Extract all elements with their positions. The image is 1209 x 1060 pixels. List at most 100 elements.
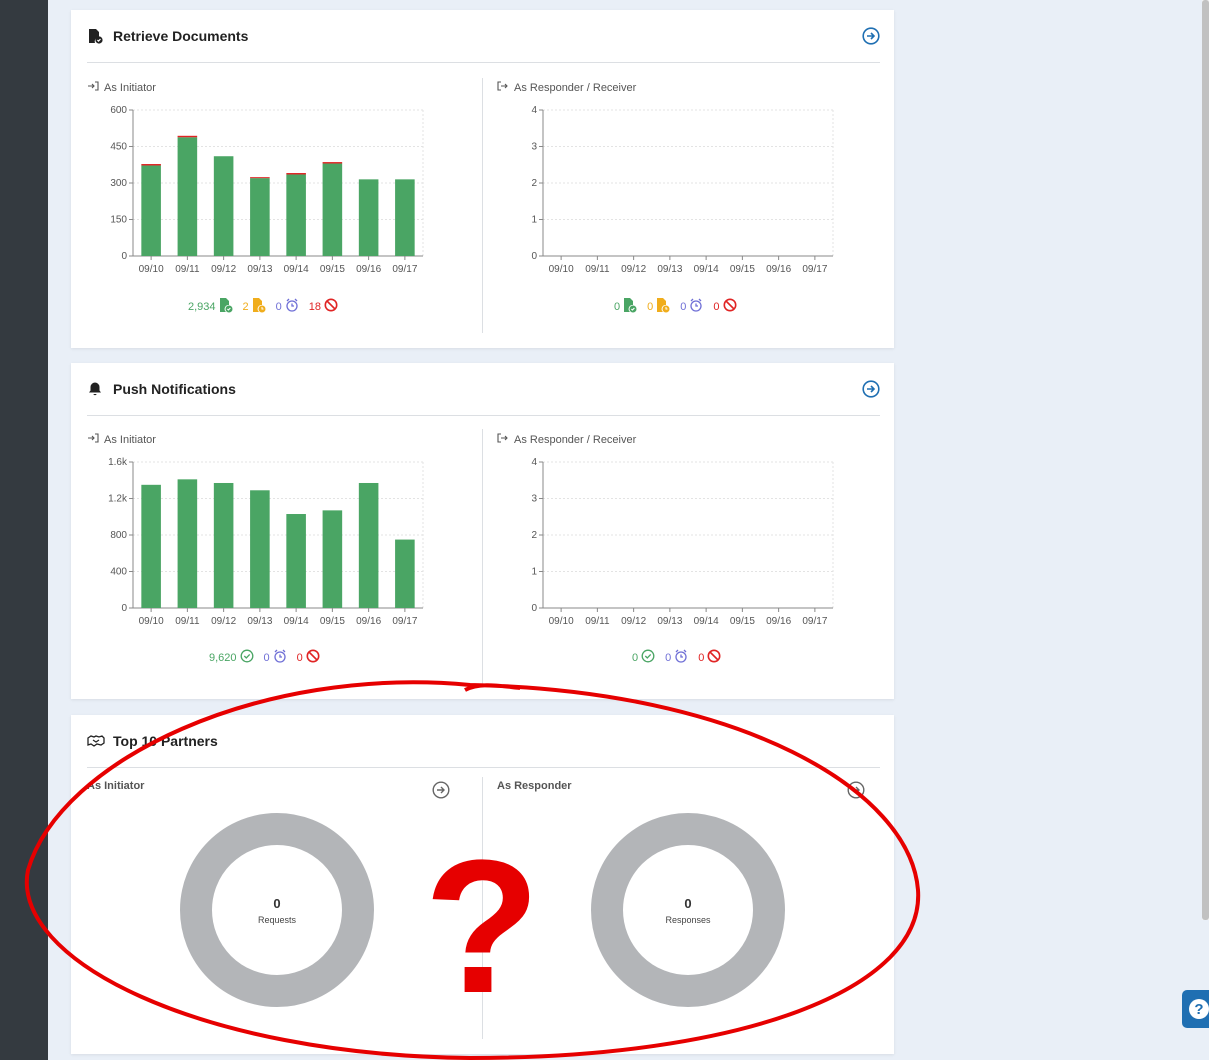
document-check-icon: [219, 297, 233, 316]
check-circle-icon: [240, 649, 254, 666]
arrow-circle-right-icon[interactable]: [862, 380, 880, 398]
bar: [177, 135, 198, 138]
bar: [213, 482, 234, 608]
x-tick-label: 09/13: [657, 264, 682, 275]
card-header: Retrieve Documents: [87, 10, 880, 63]
bar: [286, 514, 306, 608]
x-tick-label: 09/14: [694, 264, 719, 275]
push-responder-chart: 0 1 2 3 4 09/10 09/11 09/12 09/13 09/14 09/15 09/16…: [531, 457, 834, 627]
card-title: Top 10 Partners: [113, 733, 218, 749]
y-tick-label: 1.2k: [108, 494, 128, 505]
y-tick-label: 3: [531, 494, 537, 505]
y-tick-label: 1: [531, 215, 537, 226]
bar: [395, 539, 415, 608]
document-check-icon: [87, 27, 105, 45]
x-tick-label: 09/12: [211, 616, 236, 627]
top-partners-card: Top 10 Partners As Initiator As Responde…: [71, 715, 894, 1054]
y-tick-label: 0: [531, 603, 537, 614]
error-count: 18: [309, 298, 338, 315]
ban-icon: [707, 649, 721, 666]
success-count: 2,934: [188, 297, 233, 316]
card-header: Top 10 Partners: [87, 715, 880, 768]
x-tick-label: 09/17: [392, 616, 417, 627]
initiator-label: As Initiator: [87, 780, 145, 792]
y-tick-label: 0: [121, 251, 127, 262]
document-clock-icon: [252, 297, 266, 316]
x-tick-label: 09/13: [247, 264, 272, 275]
bar: [213, 156, 234, 256]
initiator-label: As Initiator: [87, 432, 156, 447]
y-tick-label: 1: [531, 567, 537, 578]
bar: [250, 490, 270, 608]
y-tick-label: 300: [110, 178, 127, 189]
check-circle-icon: [641, 649, 655, 666]
y-tick-label: 2: [531, 178, 537, 189]
x-tick-label: 09/11: [585, 616, 610, 627]
retrieve-documents-card: Retrieve Documents As Initiator As Respo…: [71, 10, 894, 348]
error-count: 0: [713, 298, 736, 315]
responder-label: As Responder: [497, 780, 572, 792]
responder-label: As Responder / Receiver: [497, 432, 636, 447]
sign-out-icon: [497, 80, 509, 95]
x-tick-label: 09/11: [175, 264, 200, 275]
x-tick-label: 09/10: [549, 616, 574, 627]
push-notifications-card: Push Notifications As Initiator As Respo…: [71, 363, 894, 699]
y-tick-label: 450: [110, 142, 127, 153]
x-tick-label: 09/17: [802, 616, 827, 627]
arrow-circle-right-icon[interactable]: [432, 781, 450, 799]
alarm-clock-icon: [674, 649, 688, 666]
y-tick-label: 1.6k: [108, 457, 128, 468]
timeout-count: 0: [680, 298, 703, 315]
timeout-count: 0: [264, 649, 287, 666]
requests-donut: 0 Requests: [179, 812, 375, 1008]
x-tick-label: 09/16: [356, 264, 381, 275]
sign-out-icon: [497, 432, 509, 447]
bar: [177, 137, 198, 256]
y-tick-label: 4: [531, 457, 537, 468]
x-tick-label: 09/15: [730, 264, 755, 275]
x-tick-label: 09/16: [766, 264, 791, 275]
card-header: Push Notifications: [87, 363, 880, 416]
bar: [322, 162, 343, 164]
x-tick-label: 09/12: [211, 264, 236, 275]
bar: [141, 165, 161, 256]
x-tick-label: 09/10: [139, 616, 164, 627]
arrow-circle-right-icon[interactable]: [847, 781, 865, 799]
retrieve-responder-chart: 0 1 2 3 4 09/10 09/11 09/12 09/13 09/14 09/15 09/16…: [531, 105, 834, 275]
x-tick-label: 09/15: [730, 616, 755, 627]
x-tick-label: 09/16: [356, 616, 381, 627]
bar: [250, 177, 270, 179]
column-divider: [482, 429, 483, 685]
partial-count: 0: [647, 297, 670, 316]
success-count: 0: [632, 649, 655, 666]
push-initiator-chart: 0 400 800 1.2k 1.6k 09/10 09/11 09/12 09/13 09/14…: [108, 457, 424, 627]
scrollbar-thumb[interactable]: [1202, 0, 1209, 920]
handshake-icon: [87, 732, 105, 750]
help-button[interactable]: ?: [1182, 990, 1209, 1028]
x-tick-label: 09/14: [284, 616, 309, 627]
y-tick-label: 0: [531, 251, 537, 262]
x-tick-label: 09/11: [585, 264, 610, 275]
timeout-count: 0: [276, 298, 299, 315]
donut-value: 0: [273, 895, 281, 911]
bar: [141, 484, 161, 608]
alarm-clock-icon: [689, 298, 703, 315]
document-clock-icon: [656, 297, 670, 316]
x-tick-label: 09/12: [621, 616, 646, 627]
success-count: 0: [614, 297, 637, 316]
arrow-circle-right-icon[interactable]: [862, 27, 880, 45]
x-tick-label: 09/10: [549, 264, 574, 275]
x-tick-label: 09/14: [694, 616, 719, 627]
partial-count: 2: [243, 297, 266, 316]
bar: [141, 164, 161, 166]
bar: [395, 179, 415, 256]
push-responder-stats: 0 0 0: [632, 649, 721, 666]
sign-in-icon: [87, 80, 99, 95]
y-tick-label: 3: [531, 142, 537, 153]
responses-donut: 0 Responses: [590, 812, 786, 1008]
bar: [322, 510, 343, 608]
x-tick-label: 09/13: [247, 616, 272, 627]
push-initiator-stats: 9,620 0 0: [209, 649, 320, 666]
y-tick-label: 0: [121, 603, 127, 614]
x-tick-label: 09/15: [320, 616, 345, 627]
